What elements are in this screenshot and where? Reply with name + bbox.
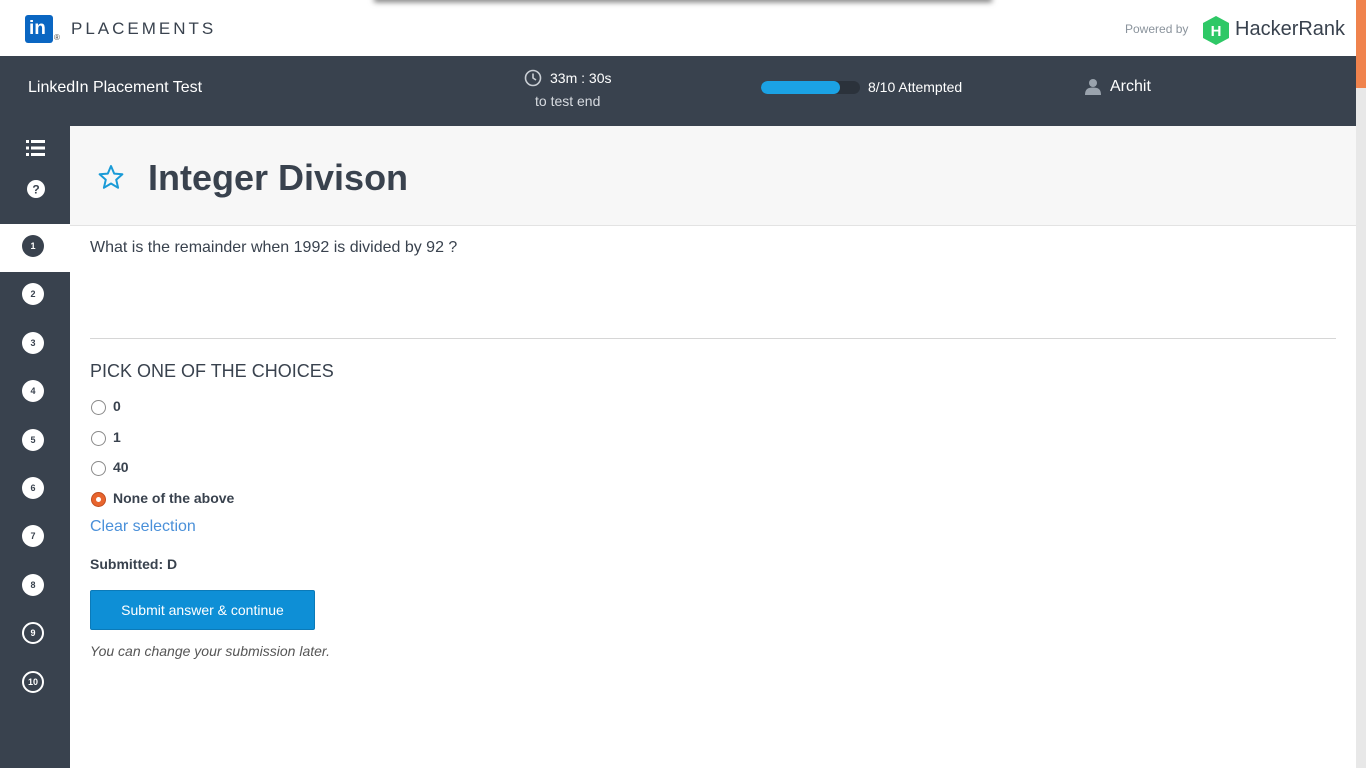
question-number: 1 bbox=[22, 235, 44, 257]
choice-radio[interactable] bbox=[91, 400, 106, 415]
question-nav-item[interactable]: 4 bbox=[0, 369, 70, 417]
linkedin-logo-text: in bbox=[29, 18, 46, 39]
question-nav-item[interactable]: 1 bbox=[0, 224, 70, 273]
question-number: 2 bbox=[22, 283, 44, 306]
divider bbox=[90, 338, 1336, 339]
svg-text:?: ? bbox=[32, 183, 39, 197]
scrollbar-thumb[interactable] bbox=[1356, 0, 1366, 88]
submit-answer-button[interactable]: Submit answer & continue bbox=[90, 590, 315, 630]
question-nav-item[interactable]: 10 bbox=[0, 660, 70, 708]
page-scrollbar[interactable] bbox=[1356, 0, 1366, 768]
question-number: 9 bbox=[22, 622, 44, 645]
choices-heading: PICK ONE OF THE CHOICES bbox=[90, 361, 334, 381]
question-nav-item[interactable]: 5 bbox=[0, 418, 70, 466]
question-number: 5 bbox=[22, 428, 44, 451]
question-nav-item[interactable]: 7 bbox=[0, 514, 70, 562]
choice-label[interactable]: None of the above bbox=[113, 490, 234, 506]
choice-label[interactable]: 1 bbox=[113, 429, 121, 445]
hackerrank-name: HackerRank bbox=[1235, 18, 1346, 40]
progress-bar-fill bbox=[761, 81, 841, 94]
question-sidebar: ? 1 2 3 4 5 6 7 8 9 10 bbox=[0, 126, 70, 768]
question-title-band: Integer Divison bbox=[70, 126, 1356, 226]
question-number: 3 bbox=[22, 331, 44, 354]
powered-by-label: Powered by bbox=[1125, 22, 1189, 36]
star-bookmark-icon[interactable] bbox=[98, 164, 124, 190]
timer-value: 33m : 30s bbox=[550, 70, 612, 86]
hackerrank-logo-letter: H bbox=[1211, 23, 1222, 40]
choice-radio[interactable] bbox=[91, 430, 106, 446]
linkedin-logo[interactable]: in bbox=[25, 15, 53, 43]
question-nav-item[interactable]: 6 bbox=[0, 466, 70, 514]
question-nav-item[interactable]: 8 bbox=[0, 563, 70, 611]
question-number: 10 bbox=[22, 670, 44, 693]
choice-label[interactable]: 0 bbox=[113, 398, 121, 414]
question-nav-item[interactable]: 2 bbox=[0, 272, 70, 320]
progress-bar bbox=[761, 81, 860, 94]
help-icon[interactable]: ? bbox=[25, 178, 47, 200]
question-text: What is the remainder when 1992 is divid… bbox=[90, 239, 458, 256]
choice-radio[interactable] bbox=[91, 491, 106, 507]
user-name[interactable]: Archit bbox=[1110, 78, 1151, 96]
hackerrank-logo-icon[interactable]: H bbox=[1203, 16, 1229, 45]
test-header: LinkedIn Placement Test 33m : 30s to tes… bbox=[0, 56, 1356, 126]
timer-caption: to test end bbox=[535, 93, 601, 109]
user-icon bbox=[1085, 79, 1101, 95]
question-number: 4 bbox=[22, 380, 44, 403]
submission-note: You can change your submission later. bbox=[90, 643, 330, 659]
question-number: 8 bbox=[22, 573, 44, 596]
registered-mark: ® bbox=[54, 33, 60, 42]
brand-bar: in ® PLACEMENTS Powered by H HackerRank bbox=[0, 0, 1356, 57]
choice-label[interactable]: 40 bbox=[113, 459, 129, 475]
clock-icon bbox=[524, 69, 542, 87]
question-nav-item[interactable]: 9 bbox=[0, 611, 70, 659]
brand-name: PLACEMENTS bbox=[71, 19, 217, 38]
question-title: Integer Divison bbox=[148, 157, 409, 198]
submitted-status: Submitted: D bbox=[90, 556, 178, 572]
question-nav-list: 1 2 3 4 5 6 7 8 9 10 bbox=[0, 224, 70, 708]
test-title: LinkedIn Placement Test bbox=[28, 79, 203, 96]
question-number: 7 bbox=[22, 525, 44, 548]
choice-radio[interactable] bbox=[91, 461, 106, 477]
progress-label: 8/10 Attempted bbox=[868, 79, 963, 95]
clear-selection-link[interactable]: Clear selection bbox=[90, 518, 196, 536]
question-nav-item[interactable]: 3 bbox=[0, 321, 70, 369]
list-icon[interactable] bbox=[25, 137, 47, 159]
question-number: 6 bbox=[22, 476, 44, 499]
